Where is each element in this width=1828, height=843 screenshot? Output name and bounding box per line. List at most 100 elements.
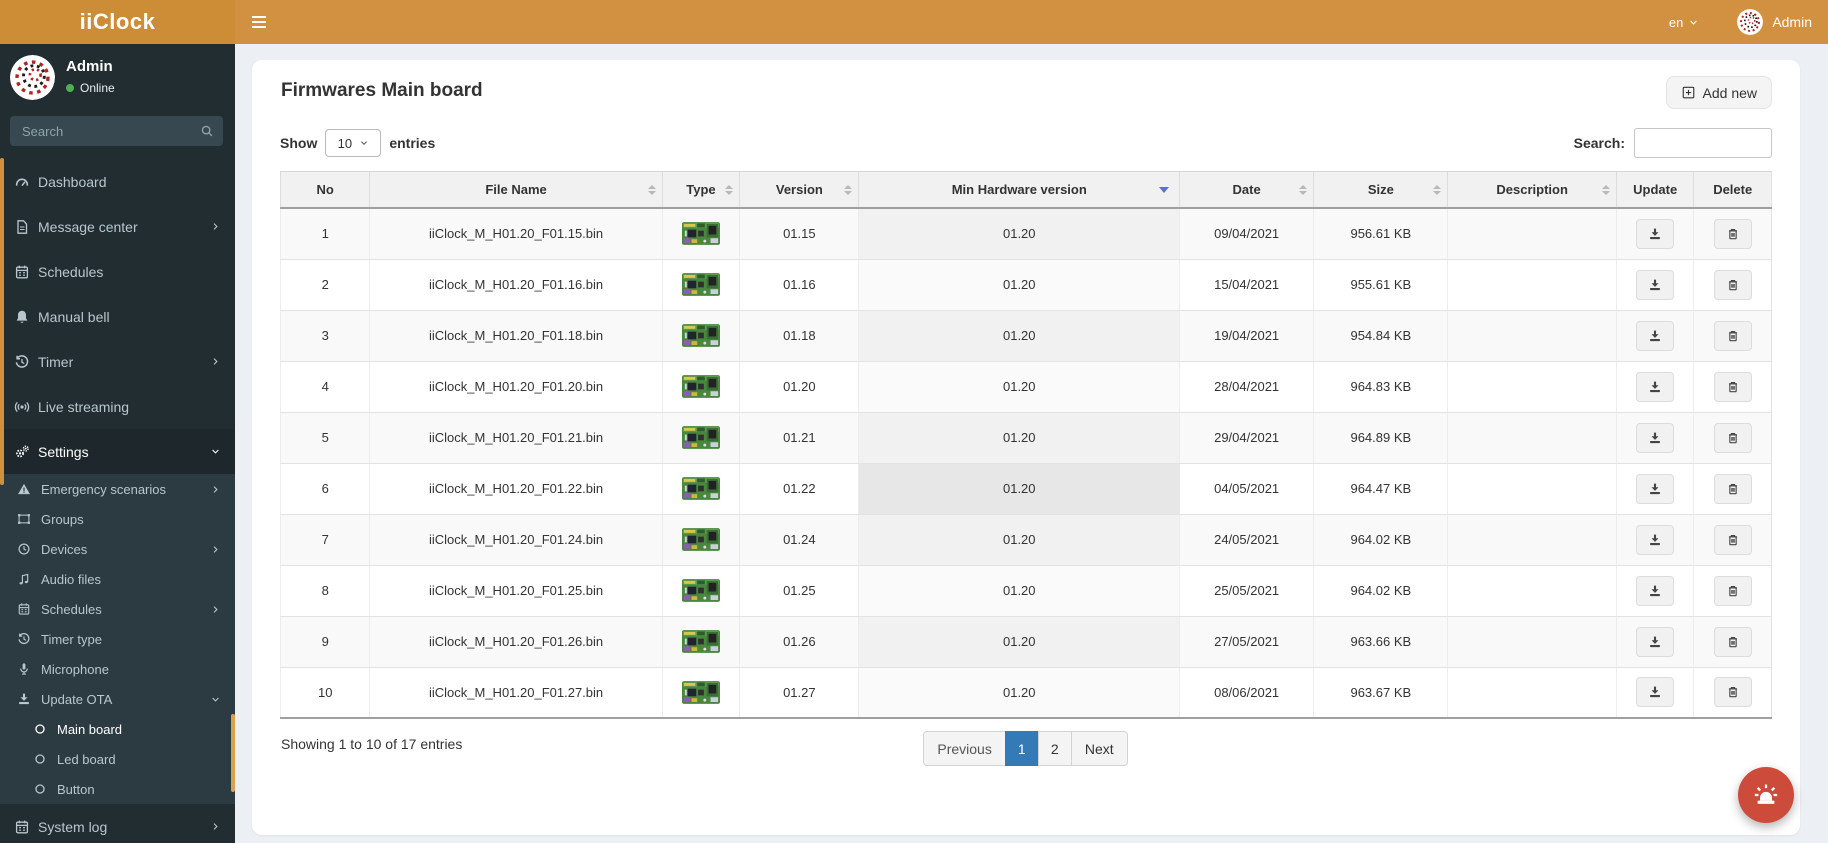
sidebar-item-led-board[interactable]: Led board	[0, 744, 235, 774]
column-header-min-hardware-version[interactable]: Min Hardware version	[858, 171, 1180, 209]
cell-version: 01.27	[739, 667, 859, 719]
trash-icon	[1726, 278, 1740, 292]
table-search-input[interactable]	[1634, 128, 1772, 158]
update-button[interactable]	[1636, 473, 1675, 504]
cell-size: 964.89 KB	[1313, 412, 1448, 464]
pagination-previous[interactable]: Previous	[923, 731, 1006, 766]
sidebar-item-emergency-scenarios[interactable]: Emergency scenarios	[0, 474, 235, 504]
navbar-right: en Admin	[1669, 9, 1812, 35]
update-button[interactable]	[1636, 320, 1675, 351]
column-header-description[interactable]: Description	[1447, 171, 1617, 209]
sidebar-scrollbar-thumb[interactable]	[0, 158, 4, 485]
update-button[interactable]	[1636, 218, 1675, 249]
sidebar-item-live-streaming[interactable]: Live streaming	[0, 384, 235, 429]
sidebar-item-manual-bell[interactable]: Manual bell	[0, 294, 235, 339]
page-length-select[interactable]: 10	[325, 129, 382, 157]
delete-button[interactable]	[1713, 269, 1752, 300]
cell-no: 7	[279, 514, 370, 566]
cell-file-name: iiClock_M_H01.20_F01.21.bin	[369, 412, 663, 464]
cell-description	[1447, 208, 1617, 260]
sidebar-item-devices[interactable]: Devices	[0, 534, 235, 564]
sidebar-item-update-ota[interactable]: Update OTA	[0, 684, 235, 714]
trash-icon	[1726, 533, 1740, 547]
cell-date: 08/06/2021	[1179, 667, 1314, 719]
sidebar-item-button[interactable]: Button	[0, 774, 235, 804]
column-header-type[interactable]: Type	[661, 171, 740, 209]
add-new-button[interactable]: Add new	[1665, 76, 1772, 109]
cell-size: 964.83 KB	[1313, 361, 1448, 413]
bell-icon	[14, 309, 38, 325]
delete-button[interactable]	[1713, 320, 1752, 351]
pcb-thumbnail	[669, 426, 734, 449]
column-header-version[interactable]: Version	[739, 171, 859, 209]
emergency-fab-button[interactable]	[1738, 767, 1794, 823]
sidebar-search-input[interactable]	[20, 122, 200, 140]
delete-button[interactable]	[1713, 473, 1752, 504]
delete-button[interactable]	[1713, 575, 1752, 606]
gears-icon	[14, 444, 38, 460]
column-header-delete: Delete	[1693, 171, 1772, 209]
cell-type	[661, 208, 740, 260]
pagination-page-1[interactable]: 1	[1004, 731, 1039, 766]
language-selector[interactable]: en	[1669, 15, 1699, 30]
pcb-thumbnail	[669, 528, 734, 551]
cell-type	[661, 361, 740, 413]
brand-logo[interactable]: iiClock	[0, 0, 235, 44]
sidebar-item-schedules[interactable]: Schedules	[0, 249, 235, 294]
sidebar-item-main-board[interactable]: Main board	[0, 714, 235, 744]
search-icon[interactable]	[200, 124, 214, 138]
sidebar-item-timer-type[interactable]: Timer type	[0, 624, 235, 654]
chevron-right-icon	[210, 484, 221, 495]
delete-button[interactable]	[1713, 677, 1752, 708]
sidebar-item-groups[interactable]: Groups	[0, 504, 235, 534]
show-label: Show	[280, 135, 318, 151]
cell-delete	[1693, 667, 1772, 719]
cell-delete	[1693, 565, 1772, 617]
sort-arrows-icon	[725, 184, 734, 195]
user-menu[interactable]: Admin	[1737, 9, 1812, 35]
cell-delete	[1693, 412, 1772, 464]
sidebar-item-settings[interactable]: Settings	[0, 429, 235, 474]
update-button[interactable]	[1636, 422, 1675, 453]
column-header-date[interactable]: Date	[1179, 171, 1314, 209]
update-button[interactable]	[1636, 575, 1675, 606]
sidebar-item-audio-files[interactable]: Audio files	[0, 564, 235, 594]
update-button[interactable]	[1636, 371, 1675, 402]
delete-button[interactable]	[1713, 371, 1752, 402]
sidebar-item-schedules-settings[interactable]: Schedules	[0, 594, 235, 624]
update-button[interactable]	[1636, 269, 1675, 300]
pagination-next[interactable]: Next	[1070, 731, 1128, 766]
submenu-scrollbar-thumb[interactable]	[231, 714, 235, 792]
circle-o-icon	[33, 752, 57, 766]
pagination-page-2[interactable]: 2	[1037, 731, 1072, 766]
update-button[interactable]	[1636, 677, 1675, 708]
column-header-file-name[interactable]: File Name	[369, 171, 663, 209]
cell-no: 1	[279, 208, 370, 260]
cell-update	[1615, 361, 1694, 413]
cell-version: 01.22	[739, 463, 859, 515]
delete-button[interactable]	[1713, 626, 1752, 657]
sidebar-item-system-log[interactable]: System log	[0, 804, 235, 843]
trash-icon	[1726, 380, 1740, 394]
delete-button[interactable]	[1713, 524, 1752, 555]
update-button[interactable]	[1636, 626, 1675, 657]
delete-button[interactable]	[1713, 218, 1752, 249]
column-header-size[interactable]: Size	[1313, 171, 1448, 209]
user-name: Admin	[1772, 14, 1812, 30]
cell-min-hardware-version: 01.20	[858, 565, 1180, 617]
sidebar-item-message-center[interactable]: Message center	[0, 204, 235, 249]
hamburger-icon[interactable]	[235, 0, 283, 44]
entries-summary: Showing 1 to 10 of 17 entries	[281, 736, 463, 752]
update-button[interactable]	[1636, 524, 1675, 555]
cell-date: 04/05/2021	[1179, 463, 1314, 515]
sidebar-item-timer[interactable]: Timer	[0, 339, 235, 384]
sidebar-item-dashboard[interactable]: Dashboard	[0, 159, 235, 204]
sidebar-item-microphone[interactable]: Microphone	[0, 654, 235, 684]
cell-description	[1447, 514, 1617, 566]
pcb-thumbnail	[669, 222, 734, 245]
table-row: 7 iiClock_M_H01.20_F01.24.bin 01.24 01.20 24…	[279, 514, 1772, 566]
cell-file-name: iiClock_M_H01.20_F01.20.bin	[369, 361, 663, 413]
cell-description	[1447, 361, 1617, 413]
delete-button[interactable]	[1713, 422, 1752, 453]
pcb-thumbnail	[669, 681, 734, 704]
